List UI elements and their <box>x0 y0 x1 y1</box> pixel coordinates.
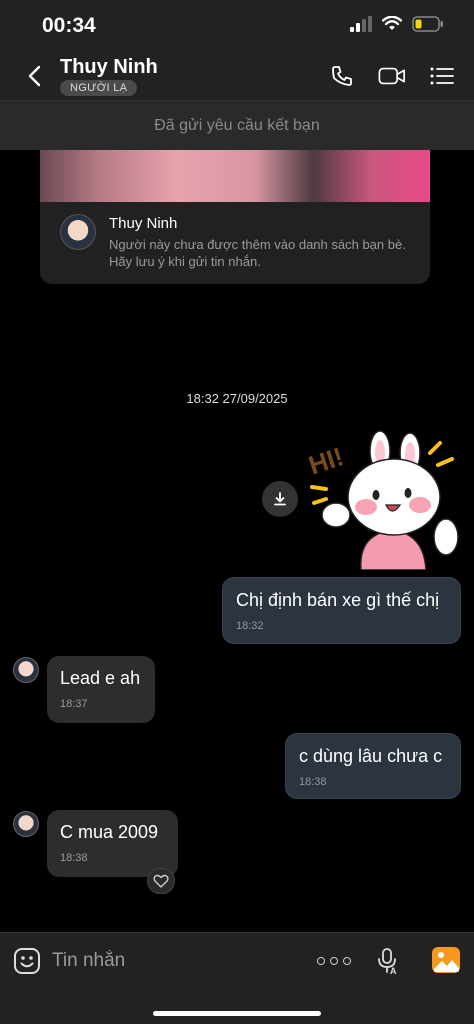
message-bubble-sent[interactable]: Chị định bán xe gì thế chị 18:32 <box>222 577 461 644</box>
back-button[interactable] <box>20 60 48 92</box>
stranger-warning: Người này chưa được thêm vào danh sách b… <box>109 237 406 269</box>
message-text: C mua 2009 <box>60 822 159 842</box>
more-options-button[interactable] <box>317 951 351 971</box>
message-text: Chị định bán xe gì thế chị <box>236 590 440 610</box>
bunny-hi-sticker[interactable]: HI! <box>306 425 466 570</box>
download-icon <box>274 492 286 506</box>
message-text: Lead e ah <box>60 668 141 688</box>
react-heart-button[interactable] <box>147 868 175 894</box>
call-button[interactable] <box>328 62 356 90</box>
chevron-left-icon <box>28 65 41 87</box>
chat-header: Thuy Ninh NGƯỜI LẠ <box>0 50 474 100</box>
avatar[interactable] <box>13 657 39 683</box>
friend-request-text: Đã gửi yêu cầu kết bạn <box>154 116 320 134</box>
message-time: 18:37 <box>60 698 88 710</box>
phone-icon <box>332 66 352 86</box>
profile-info: Thuy Ninh Người này chưa được thêm vào d… <box>40 202 430 284</box>
image-icon[interactable] <box>431 946 461 974</box>
message-time: 18:38 <box>60 852 88 864</box>
svg-text:A: A <box>390 966 397 975</box>
list-menu-icon <box>430 67 454 85</box>
menu-button[interactable] <box>428 62 456 90</box>
microphone-icon[interactable]: A <box>376 947 400 975</box>
status-bar: 00:34 <box>0 0 474 50</box>
heart-icon <box>153 874 169 888</box>
message-input[interactable] <box>52 947 292 975</box>
video-camera-icon <box>378 67 405 85</box>
chat-timestamp: 18:32 27/09/2025 <box>186 391 288 406</box>
status-icons <box>350 16 444 32</box>
stranger-badge: NGƯỜI LẠ <box>60 80 138 96</box>
message-composer: A <box>0 932 474 1024</box>
header-actions <box>328 62 456 90</box>
avatar <box>60 214 96 250</box>
home-indicator[interactable] <box>153 1011 321 1016</box>
profile-cover-photo <box>40 150 430 202</box>
status-time: 00:34 <box>42 14 96 37</box>
more-dots-icon <box>317 957 325 965</box>
wifi-icon <box>382 16 402 30</box>
message-text: c dùng lâu chưa c <box>299 746 443 766</box>
signal-icon <box>350 16 372 32</box>
message-bubble-received[interactable]: Lead e ah 18:37 <box>47 656 155 723</box>
message-time: 18:32 <box>236 620 264 632</box>
contact-name[interactable]: Thuy Ninh <box>60 56 158 79</box>
avatar[interactable] <box>13 811 39 837</box>
download-sticker-button[interactable] <box>262 481 298 517</box>
sticker-hi-text: HI! <box>306 441 347 480</box>
profile-card[interactable]: Thuy Ninh Người này chưa được thêm vào d… <box>40 150 430 284</box>
message-time: 18:38 <box>299 776 327 788</box>
profile-name: Thuy Ninh <box>109 215 178 232</box>
friend-request-banner: Đã gửi yêu cầu kết bạn <box>0 100 474 150</box>
sticker-icon[interactable] <box>13 947 41 975</box>
message-bubble-sent[interactable]: c dùng lâu chưa c 18:38 <box>285 733 461 799</box>
message-bubble-received[interactable]: C mua 2009 18:38 <box>47 810 178 877</box>
battery-icon <box>412 16 443 32</box>
video-call-button[interactable] <box>378 62 406 90</box>
